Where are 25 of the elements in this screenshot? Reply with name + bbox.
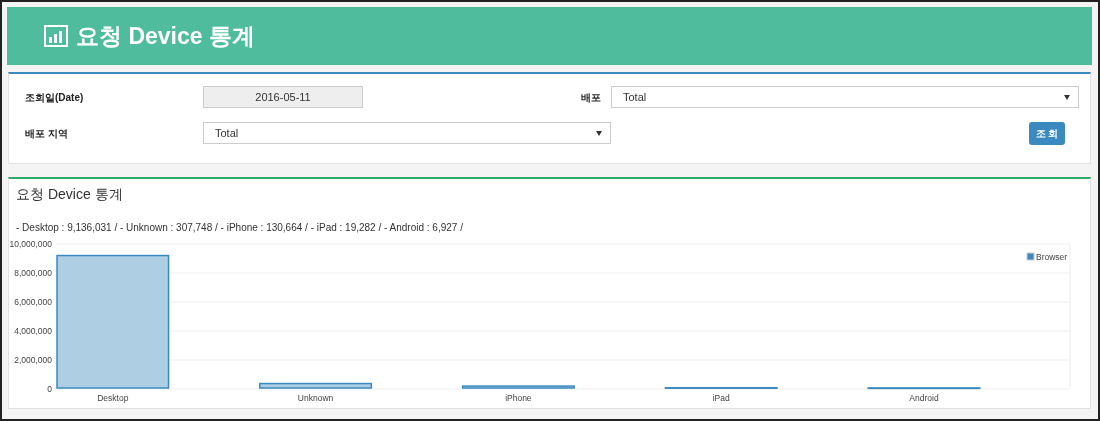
- axis-label: 10,000,000: [9, 239, 52, 249]
- region-label: 배포 지역: [25, 127, 69, 141]
- axis-label: Unknown: [297, 393, 334, 403]
- axis-label: 8,000,000: [14, 268, 52, 278]
- date-field[interactable]: 2016-05-11: [203, 86, 363, 108]
- axis-label: Desktop: [97, 393, 129, 403]
- bar-chart-icon: [44, 25, 68, 47]
- legend-item: Browser: [1026, 252, 1068, 262]
- date-label: 조회일(Date): [25, 91, 85, 105]
- axis-label: 0: [47, 384, 52, 394]
- axis-label: 2,000,000: [14, 355, 52, 365]
- axis-label: iPhone: [505, 393, 532, 403]
- page-title: 요청 Device 통계: [76, 21, 255, 51]
- deploy-label: 배포: [580, 91, 602, 105]
- caret-icon: [596, 130, 602, 136]
- search-button[interactable]: 조 회: [1029, 122, 1065, 145]
- deploy-select[interactable]: Total: [611, 86, 1079, 108]
- caret-icon: [1064, 94, 1070, 100]
- axis-label: 6,000,000: [14, 297, 52, 307]
- region-select[interactable]: Total: [203, 122, 611, 144]
- axis-label: 4,000,000: [14, 326, 52, 336]
- axis-label: Android: [909, 393, 939, 403]
- summary-text: - Desktop : 9,136,031 / - Unknown : 307,748 / - iPhone : 130,664 / - iPad : 19,282 / - Android : 6,927 /: [16, 222, 464, 233]
- axis-label: iPad: [712, 393, 730, 403]
- section-title: 요청 Device 통계: [16, 186, 124, 204]
